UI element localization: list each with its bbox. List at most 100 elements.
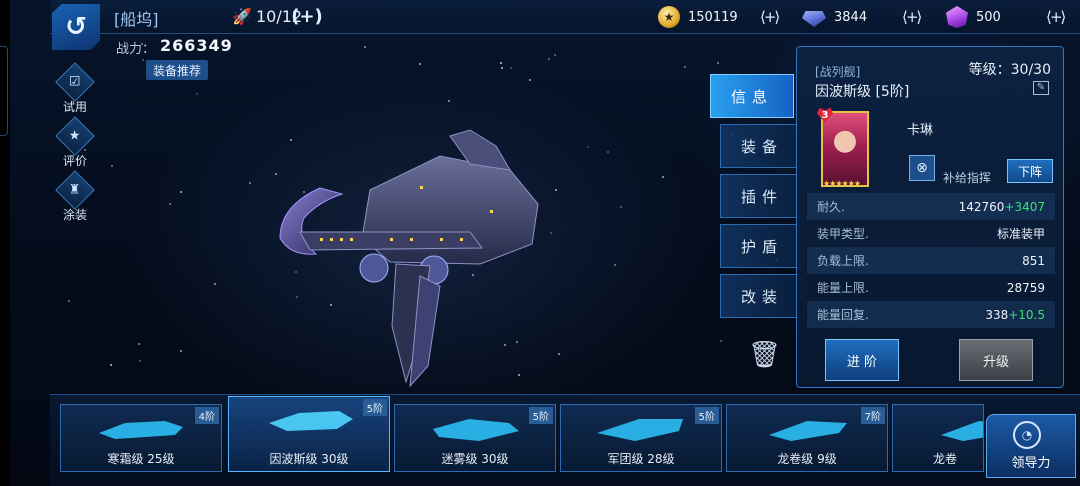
ship-rank-badge: 5阶 [694, 407, 719, 424]
edge-handle [0, 46, 8, 136]
page-title: [船坞] [114, 10, 159, 29]
rocket-icon: 🚀 [232, 7, 252, 26]
stat-label: 能量回复. [817, 308, 869, 322]
ship-card-label: 龙卷级 9级 [777, 452, 837, 466]
add-gem-button[interactable]: ⟨+⟩ [1046, 4, 1066, 30]
star [364, 46, 366, 48]
trial-button[interactable]: ☑ 试用 [55, 62, 95, 115]
star [180, 191, 182, 193]
unequip-captain-button[interactable]: 下阵 [1007, 159, 1053, 183]
captain-name: 卡琳 [907, 123, 934, 138]
star [110, 364, 112, 366]
star [548, 58, 550, 60]
star [662, 176, 664, 178]
ship-level: 等级：30/30 [968, 62, 1051, 78]
coin-icon: ★ [658, 6, 680, 28]
star [720, 340, 722, 342]
star [138, 343, 140, 345]
stat-row-energy-regen: 能量回复. 338+10.5 [807, 301, 1055, 328]
star [419, 63, 421, 65]
edit-icon[interactable]: ✎ [1033, 81, 1049, 95]
ship-thumbnail-icon [433, 419, 519, 441]
supply-command-icon[interactable]: ⊗ [909, 155, 935, 181]
tab-plugin[interactable]: 插件 [720, 174, 804, 218]
captain-stars: ★★★★★★ [823, 179, 861, 188]
ship-card[interactable]: 7阶 龙卷级 9级 [726, 404, 888, 472]
add-crystal-button[interactable]: ⟨+⟩ [902, 4, 922, 30]
upgrade-button[interactable]: 升级 [959, 339, 1033, 381]
star [510, 67, 512, 69]
back-arrow-icon: ↺ [65, 12, 87, 42]
skill-label: 补给指挥 [943, 171, 992, 185]
ship-rank-badge: 4阶 [194, 407, 219, 424]
star [169, 203, 171, 205]
stat-label: 负载上限. [817, 254, 869, 268]
ship-card[interactable]: 4阶 寒霜级 25级 [60, 404, 222, 472]
ship-card-label: 龙卷 [933, 452, 958, 466]
tab-info[interactable]: 信息 [710, 74, 794, 118]
gem-amount: 500 [976, 9, 1001, 25]
star [620, 206, 622, 208]
stat-value-wrap: 142760+3407 [959, 200, 1045, 214]
rating-button[interactable]: ★ 评价 [55, 116, 95, 169]
coin-resource: ★ 150119 [658, 4, 738, 30]
advance-button[interactable]: 进 阶 [825, 339, 899, 381]
stat-label: 耐久. [817, 200, 845, 214]
power-value: 266349 [160, 36, 233, 55]
checkbox-icon: ☑ [55, 62, 95, 102]
spray-icon: ♜ [55, 170, 95, 210]
add-coin-button[interactable]: ⟨+⟩ [760, 4, 780, 30]
star [554, 54, 556, 56]
stat-row-durability: 耐久. 142760+3407 [807, 193, 1055, 220]
ship-thumbnail-icon [769, 421, 847, 441]
trash-icon[interactable]: 🗑 [748, 340, 781, 372]
coin-amount: 150119 [688, 9, 738, 25]
star [607, 151, 609, 153]
star [448, 100, 450, 102]
ship-card[interactable]: 5阶 军团级 28级 [560, 404, 722, 472]
captain-portrait[interactable] [821, 111, 869, 187]
stat-row-energy-limit: 能量上限. 28759 [807, 274, 1055, 301]
star [249, 182, 251, 184]
back-button[interactable]: ↺ [52, 4, 100, 50]
tab-shield[interactable]: 护盾 [720, 224, 804, 268]
paint-button[interactable]: ♜ 涂装 [55, 170, 95, 223]
equipment-recommend-button[interactable]: 装备推荐 [146, 60, 208, 80]
tab-equipment[interactable]: 装备 [720, 124, 804, 168]
add-slot-button[interactable]: (+) [291, 6, 323, 27]
star [111, 165, 113, 167]
star [501, 67, 503, 69]
stat-value: 338 [985, 307, 1009, 322]
stat-row-armor-type: 装甲类型. 标准装甲 [807, 220, 1055, 247]
star [500, 62, 502, 64]
gem-resource: 500 [946, 4, 1001, 30]
star [139, 360, 141, 362]
ship-card-label: 寒霜级 25级 [107, 452, 175, 466]
tab-modify[interactable]: 改装 [720, 274, 804, 318]
ship-card-label: 军团级 28级 [607, 452, 675, 466]
ship-rank-badge: 5阶 [528, 407, 553, 424]
crystal-resource: 3844 [802, 4, 867, 30]
gauge-icon: ◔ [1013, 421, 1041, 449]
ship-thumbnail-icon [941, 421, 983, 441]
rating-icon: ★ [55, 116, 95, 156]
ship-thumbnail-icon [99, 421, 183, 439]
ship-card[interactable]: 5阶 迷雾级 30级 [394, 404, 556, 472]
ship-rank-badge: 5阶 [362, 399, 387, 416]
ship-card-selected[interactable]: 5阶 因波斯级 30级 [228, 396, 390, 472]
stat-row-load-limit: 负载上限. 851 [807, 247, 1055, 274]
star [68, 300, 70, 302]
battleship-model[interactable] [270, 126, 560, 396]
stat-value: 28759 [1006, 280, 1045, 295]
gem-icon [946, 6, 968, 28]
stats-table: 耐久. 142760+3407 装甲类型. 标准装甲 负载上限. 851 能量上… [807, 193, 1055, 328]
leadership-button[interactable]: ◔ 领导力 [986, 414, 1076, 478]
star [142, 59, 144, 61]
crystal-icon [802, 11, 826, 27]
star [717, 62, 719, 64]
ship-card[interactable]: 龙卷 [892, 404, 984, 472]
stat-value-wrap: 338+10.5 [985, 308, 1045, 322]
stat-bonus: +10.5 [1008, 307, 1045, 322]
star [684, 66, 686, 68]
ship-name: 因波斯级 [5阶] [815, 84, 910, 100]
